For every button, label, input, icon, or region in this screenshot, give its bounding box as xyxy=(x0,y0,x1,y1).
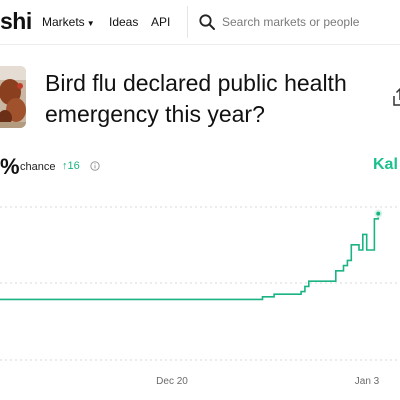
chance-percent: % xyxy=(0,154,20,179)
logo[interactable]: shi xyxy=(0,8,32,35)
chart-grid xyxy=(0,206,400,361)
current-point[interactable] xyxy=(374,209,383,218)
nav-divider xyxy=(187,6,188,38)
market-title: Bird flu declared public health emergenc… xyxy=(45,70,347,127)
chance-label: chance xyxy=(20,161,56,173)
chance-change: ↑16 xyxy=(62,160,80,172)
market-thumbnail xyxy=(0,66,26,128)
series-line xyxy=(0,213,380,301)
x-tick-label: Dec 20 xyxy=(156,376,188,387)
nav-markets[interactable]: Markets ▼ xyxy=(42,15,95,29)
x-tick-label: Jan 3 xyxy=(355,376,380,387)
search-input[interactable] xyxy=(220,10,400,34)
search-bar[interactable] xyxy=(196,8,400,36)
nav-ideas[interactable]: Ideas xyxy=(109,15,138,29)
share-icon[interactable] xyxy=(393,88,400,106)
chance-row: % chance ↑16 Kal xyxy=(0,154,400,180)
price-chart[interactable]: Dec 20 Jan 3 xyxy=(0,185,400,400)
nav-api[interactable]: API xyxy=(151,15,170,29)
brand-label: Kal xyxy=(373,156,398,173)
nav-markets-label: Markets xyxy=(42,15,85,29)
top-navigation-bar: shi Markets ▼ Ideas API xyxy=(0,0,400,45)
search-icon xyxy=(199,14,215,30)
chickens-photo xyxy=(0,66,26,128)
info-icon[interactable] xyxy=(90,161,100,171)
chevron-down-icon: ▼ xyxy=(86,19,95,28)
